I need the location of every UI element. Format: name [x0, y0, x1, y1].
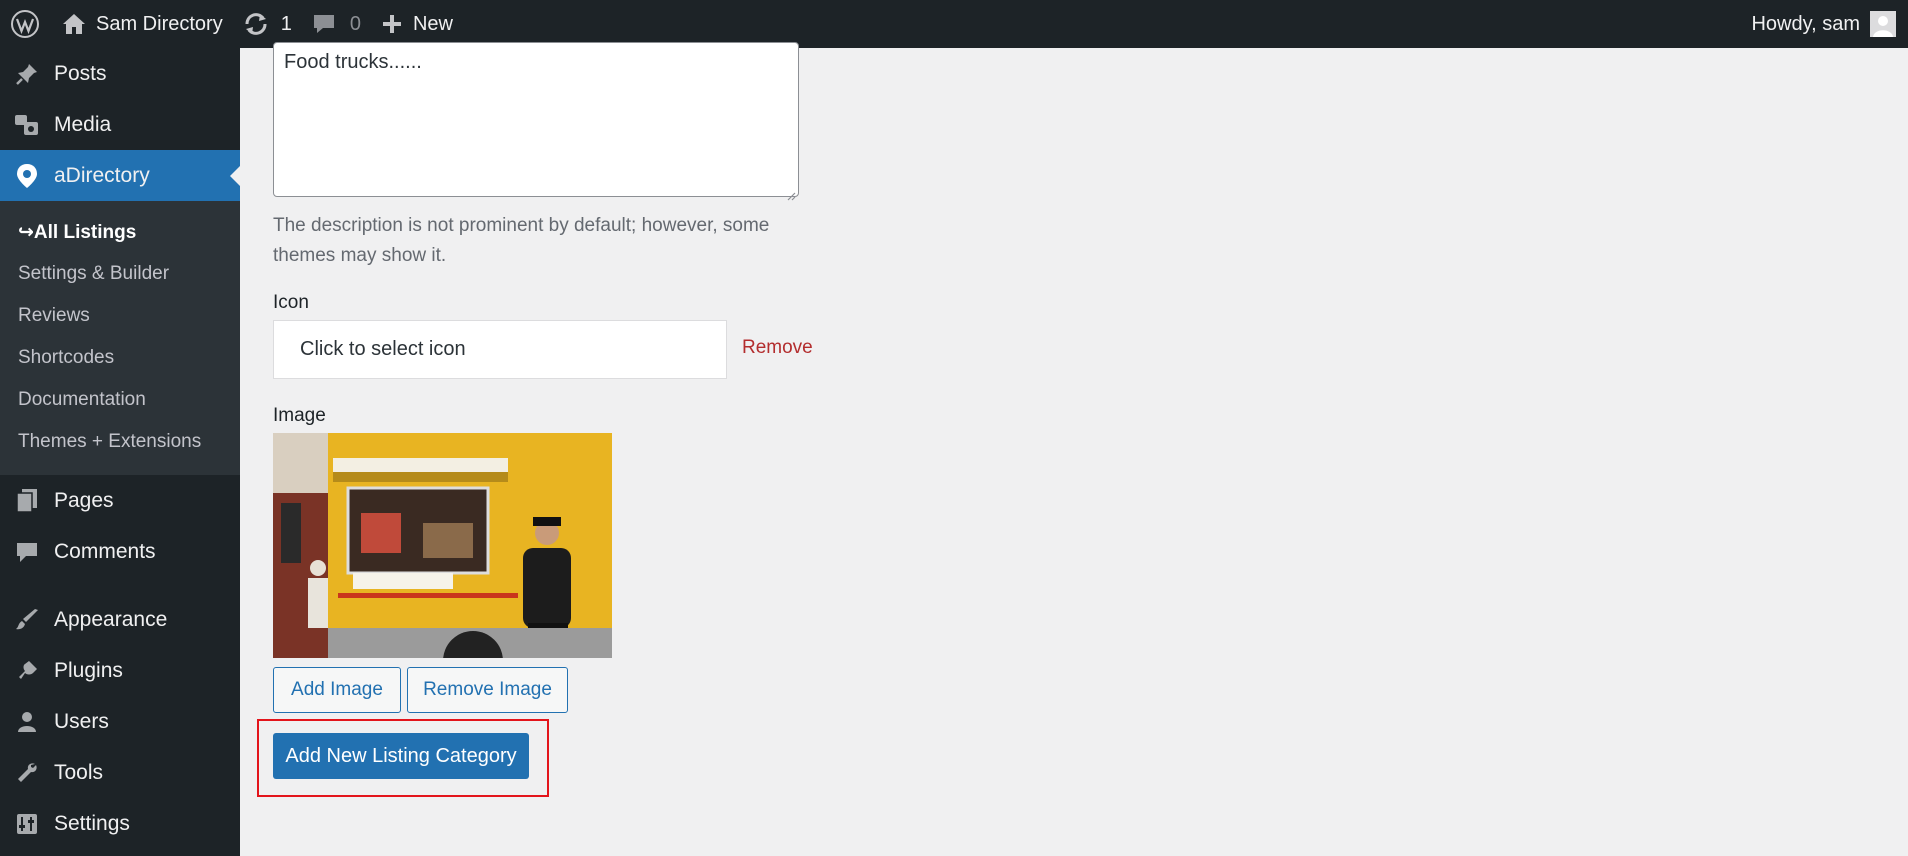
image-field-label: Image	[273, 405, 326, 426]
comment-bubble-icon	[312, 13, 350, 35]
icon-field-label: Icon	[273, 292, 309, 313]
comment-icon	[12, 537, 42, 567]
refresh-icon	[243, 12, 281, 36]
menu-label: Settings	[54, 811, 130, 835]
media-icon	[12, 110, 42, 140]
comments-link[interactable]: 0	[302, 0, 371, 48]
my-account[interactable]: Howdy, sam	[1751, 11, 1908, 37]
menu-plugins[interactable]: Plugins	[0, 645, 240, 696]
description-value: Food trucks......	[284, 51, 422, 73]
wordpress-logo-icon[interactable]	[0, 0, 52, 48]
description-help-text: The description is not prominent by defa…	[273, 215, 770, 266]
menu-appearance[interactable]: Appearance	[0, 594, 240, 645]
admin-sidebar: Posts Media aDirectory ↪All Listings Set…	[0, 48, 240, 856]
menu-label: Posts	[54, 61, 107, 85]
submenu-documentation[interactable]: Documentation	[0, 379, 240, 421]
submenu-all-listings[interactable]: ↪All Listings	[0, 211, 240, 253]
category-image-preview	[273, 433, 612, 658]
location-icon	[12, 161, 42, 191]
plugin-icon	[12, 656, 42, 686]
site-name-link[interactable]: Sam Directory	[52, 0, 233, 48]
greeting: Howdy, sam	[1751, 12, 1860, 35]
menu-label: Appearance	[54, 607, 168, 631]
add-new-listing-category-button[interactable]: Add New Listing Category	[273, 733, 529, 779]
comments-count: 0	[349, 12, 361, 35]
remove-icon-link[interactable]: Remove	[742, 337, 813, 359]
menu-label: Tools	[54, 760, 104, 784]
menu-media[interactable]: Media	[0, 99, 240, 150]
resize-handle-icon[interactable]	[786, 184, 796, 201]
submenu-shortcodes[interactable]: Shortcodes	[0, 337, 240, 379]
pages-icon	[12, 486, 42, 516]
menu-label: aDirectory	[54, 163, 150, 187]
menu-label: Pages	[54, 488, 114, 512]
icon-picker-field[interactable]: Click to select icon	[273, 320, 727, 379]
menu-adirectory[interactable]: aDirectory	[0, 150, 240, 201]
brush-icon	[12, 605, 42, 635]
menu-label: Plugins	[54, 658, 123, 682]
wrench-icon	[12, 758, 42, 788]
description-textarea[interactable]: Food trucks......	[273, 42, 799, 201]
pin-icon	[12, 59, 42, 89]
adirectory-submenu: ↪All Listings Settings & Builder Reviews…	[0, 201, 240, 475]
remove-image-button[interactable]: Remove Image	[407, 667, 568, 713]
new-content-link[interactable]: New	[371, 0, 463, 48]
menu-tools[interactable]: Tools	[0, 747, 240, 798]
menu-settings[interactable]: Settings	[0, 798, 240, 849]
menu-label: Users	[54, 709, 109, 733]
submenu-themes-extensions[interactable]: Themes + Extensions	[0, 421, 240, 463]
menu-label: Media	[54, 112, 112, 136]
plus-icon	[381, 13, 413, 35]
submenu-reviews[interactable]: Reviews	[0, 295, 240, 337]
menu-users[interactable]: Users	[0, 696, 240, 747]
admin-bar: Sam Directory 1 0 New Howdy, sam	[0, 0, 1908, 48]
main-content: Food trucks...... The description is not…	[240, 42, 1908, 856]
add-image-button[interactable]: Add Image	[273, 667, 401, 713]
settings-icon	[12, 809, 42, 839]
updates-link[interactable]: 1	[233, 0, 302, 48]
icon-picker-placeholder: Click to select icon	[300, 338, 466, 360]
site-name: Sam Directory	[96, 12, 223, 35]
avatar	[1870, 11, 1896, 37]
menu-comments[interactable]: Comments	[0, 526, 240, 577]
submenu-settings-builder[interactable]: Settings & Builder	[0, 253, 240, 295]
menu-posts[interactable]: Posts	[0, 48, 240, 99]
menu-label: Comments	[54, 539, 156, 563]
menu-pages[interactable]: Pages	[0, 475, 240, 526]
user-icon	[12, 707, 42, 737]
updates-count: 1	[280, 12, 292, 35]
new-label: New	[412, 12, 453, 35]
home-icon	[62, 13, 96, 35]
